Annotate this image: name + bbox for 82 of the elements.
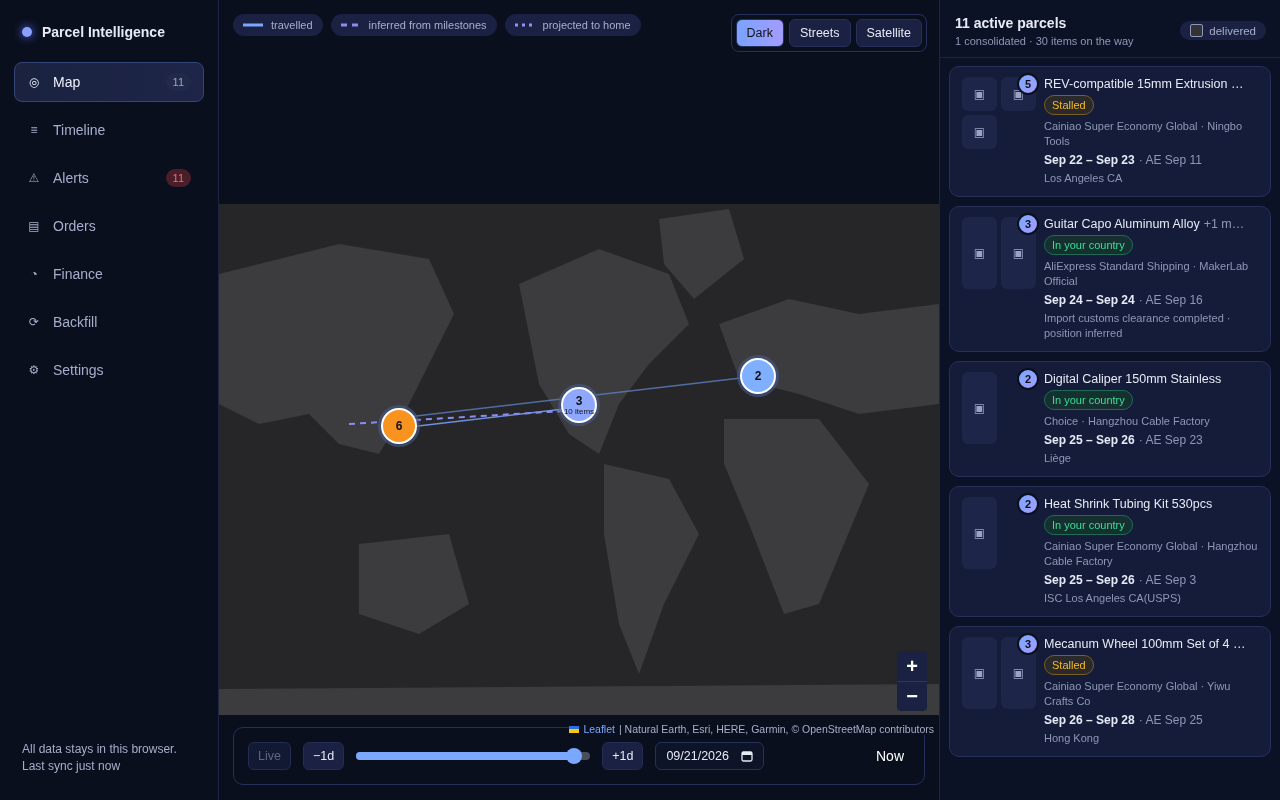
map-style-button[interactable]: Streets bbox=[788, 19, 851, 47]
zoom-out-button[interactable]: − bbox=[897, 681, 927, 711]
item-count-badge: 2 bbox=[1017, 493, 1039, 515]
footer-text: Last sync just now bbox=[22, 759, 122, 773]
parcel-card[interactable]: ▣ ▣ 3 Mecanum Wheel 100mm Set of 4 … Stalled Cainiao Super Economy Global · Yiwu Crafts Co Sep 26 – Sep 28 · AE Sep 25 Hong Kong bbox=[949, 626, 1271, 757]
delivery-window: Sep 26 – Sep 28 bbox=[1044, 713, 1135, 727]
location-text: Import customs clearance completed · position inferred bbox=[1044, 311, 1232, 341]
status-tag: Stalled bbox=[1044, 655, 1094, 675]
delivery-window: Sep 22 – Sep 23 bbox=[1044, 153, 1135, 167]
app-title: Parcel Intelligence bbox=[42, 24, 165, 40]
status-tag: Stalled bbox=[1044, 95, 1094, 115]
parcel-card[interactable]: ▣ 2 Heat Shrink Tubing Kit 530pcs In your country Cainiao Super Economy Global · Hangzhou Cable Factory Sep 25 – Sep 26 · AE Sep 3 ISC Los Angeles CA(USPS) bbox=[949, 486, 1271, 617]
back-day-button[interactable]: −1d bbox=[302, 742, 345, 770]
attribution-text: | Natural Earth, Esri, HERE, Garmin, © OpenStreetMap contributors bbox=[618, 723, 934, 735]
zoom-in-button[interactable]: + bbox=[897, 651, 927, 681]
count-badge: 11 bbox=[165, 73, 191, 91]
line-style-icon bbox=[514, 23, 535, 27]
parcel-title: Heat Shrink Tubing Kit 530pcs bbox=[1044, 497, 1213, 511]
carrier-text: Cainiao Super Economy Global · Hangzhou Cable Factory bbox=[1044, 539, 1258, 569]
parcel-card[interactable]: ▣ 2 Digital Caliper 150mm Stainless In your country Choice · Hangzhou Cable Factory Sep 25 – Sep 26 · AE Sep 23 Liège bbox=[949, 361, 1271, 477]
logo-dot-icon bbox=[22, 27, 32, 37]
nav-item[interactable]: ▤ Orders bbox=[14, 206, 204, 246]
status-tag: In your country bbox=[1044, 515, 1133, 535]
attribution-link[interactable]: Leaflet bbox=[583, 723, 615, 735]
line-style-icon bbox=[340, 23, 361, 27]
panel-title: 11 active parcels bbox=[955, 15, 1068, 31]
nav-item[interactable]: ◎ Map 11 bbox=[14, 62, 204, 102]
item-count-badge: 3 bbox=[1017, 633, 1039, 655]
nav-item[interactable]: ◔ Finance bbox=[14, 254, 204, 294]
legend-label: projected to home bbox=[542, 19, 631, 31]
nav-item[interactable]: ⚠ Alerts 11 bbox=[14, 158, 204, 198]
legend-label: travelled bbox=[271, 19, 313, 31]
flag-icon bbox=[569, 725, 580, 733]
location-text: Los Angeles CA bbox=[1044, 171, 1123, 186]
nav-item[interactable]: ≡ Timeline bbox=[14, 110, 204, 150]
date-field[interactable]: 09/21/2026 bbox=[655, 742, 764, 770]
location-text: ISC Los Angeles CA(USPS) bbox=[1044, 591, 1181, 606]
carrier-text: Cainiao Super Economy Global · Yiwu Crafts Co bbox=[1044, 679, 1232, 709]
status-tag: In your country bbox=[1044, 235, 1133, 255]
delivery-window: Sep 25 – Sep 26 bbox=[1044, 573, 1135, 587]
estimate-text: · AE Sep 16 bbox=[1138, 293, 1203, 307]
panel-subtitle: 1 consolidated · 30 items on the way bbox=[955, 35, 1134, 47]
thumbnail-placeholder: ▣ bbox=[962, 115, 997, 149]
forward-day-button[interactable]: +1d bbox=[602, 742, 644, 770]
calendar-icon bbox=[740, 750, 753, 762]
legend-label: inferred from milestones bbox=[368, 19, 487, 31]
parcel-title: Mecanum Wheel 100mm Set of 4 … bbox=[1044, 637, 1246, 651]
line-style-icon bbox=[243, 23, 263, 27]
map-style-button[interactable]: Satellite bbox=[855, 19, 922, 47]
checkbox[interactable] bbox=[1190, 24, 1204, 37]
carrier-text: AliExpress Standard Shipping · MakerLab Official bbox=[1044, 259, 1250, 289]
parcel-title: Guitar Capo Aluminum Alloy bbox=[1044, 217, 1200, 231]
thumbnail-placeholder: ▣ bbox=[962, 217, 997, 289]
thumbnail-placeholder: ▣ bbox=[962, 77, 997, 111]
nav-item[interactable]: ⚙ Settings bbox=[14, 350, 204, 390]
now-button[interactable]: Now bbox=[870, 747, 910, 765]
thumbnail-placeholder: ▣ bbox=[962, 497, 997, 569]
estimate-text: · AE Sep 23 bbox=[1138, 433, 1203, 447]
thumbnail-placeholder: ▣ bbox=[962, 637, 997, 709]
delivery-window: Sep 24 – Sep 24 bbox=[1044, 293, 1135, 307]
count-badge: 11 bbox=[165, 169, 191, 187]
footer-text: All data stays in this browser. bbox=[22, 742, 178, 756]
location-text: Hong Kong bbox=[1044, 731, 1100, 746]
estimate-text: · AE Sep 3 bbox=[1138, 573, 1197, 587]
parcel-title: REV-compatible 15mm Extrusion … bbox=[1044, 77, 1244, 91]
delivered-toggle[interactable]: delivered bbox=[1180, 21, 1266, 40]
status-tag: In your country bbox=[1044, 390, 1133, 410]
estimate-text: · AE Sep 25 bbox=[1138, 713, 1203, 727]
thumbnail-placeholder: ▣ bbox=[962, 372, 997, 444]
estimate-text: · AE Sep 11 bbox=[1138, 153, 1202, 167]
map-style-button[interactable]: Dark bbox=[735, 19, 784, 47]
item-count-badge: 3 bbox=[1017, 213, 1039, 235]
slider-thumb[interactable] bbox=[565, 748, 582, 764]
carrier-text: Choice · Hangzhou Cable Factory bbox=[1044, 414, 1210, 429]
nav-item[interactable]: ⟳ Backfill bbox=[14, 302, 204, 342]
parcel-title: Digital Caliper 150mm Stainless bbox=[1044, 372, 1222, 386]
delivery-window: Sep 25 – Sep 26 bbox=[1044, 433, 1135, 447]
carrier-text: Cainiao Super Economy Global · Ningbo Tools bbox=[1044, 119, 1244, 149]
more-items-text: +1 m… bbox=[1203, 217, 1245, 231]
item-count-badge: 2 bbox=[1017, 368, 1039, 390]
location-text: Liège bbox=[1044, 451, 1071, 466]
parcel-card[interactable]: ▣ ▣ 3 Guitar Capo Aluminum Alloy +1 m… In your country AliExpress Standard Shipping · MakerLab Official Sep 24 – Sep 24 · AE Sep 16 Import customs clearance completed · position inferred bbox=[949, 206, 1271, 352]
